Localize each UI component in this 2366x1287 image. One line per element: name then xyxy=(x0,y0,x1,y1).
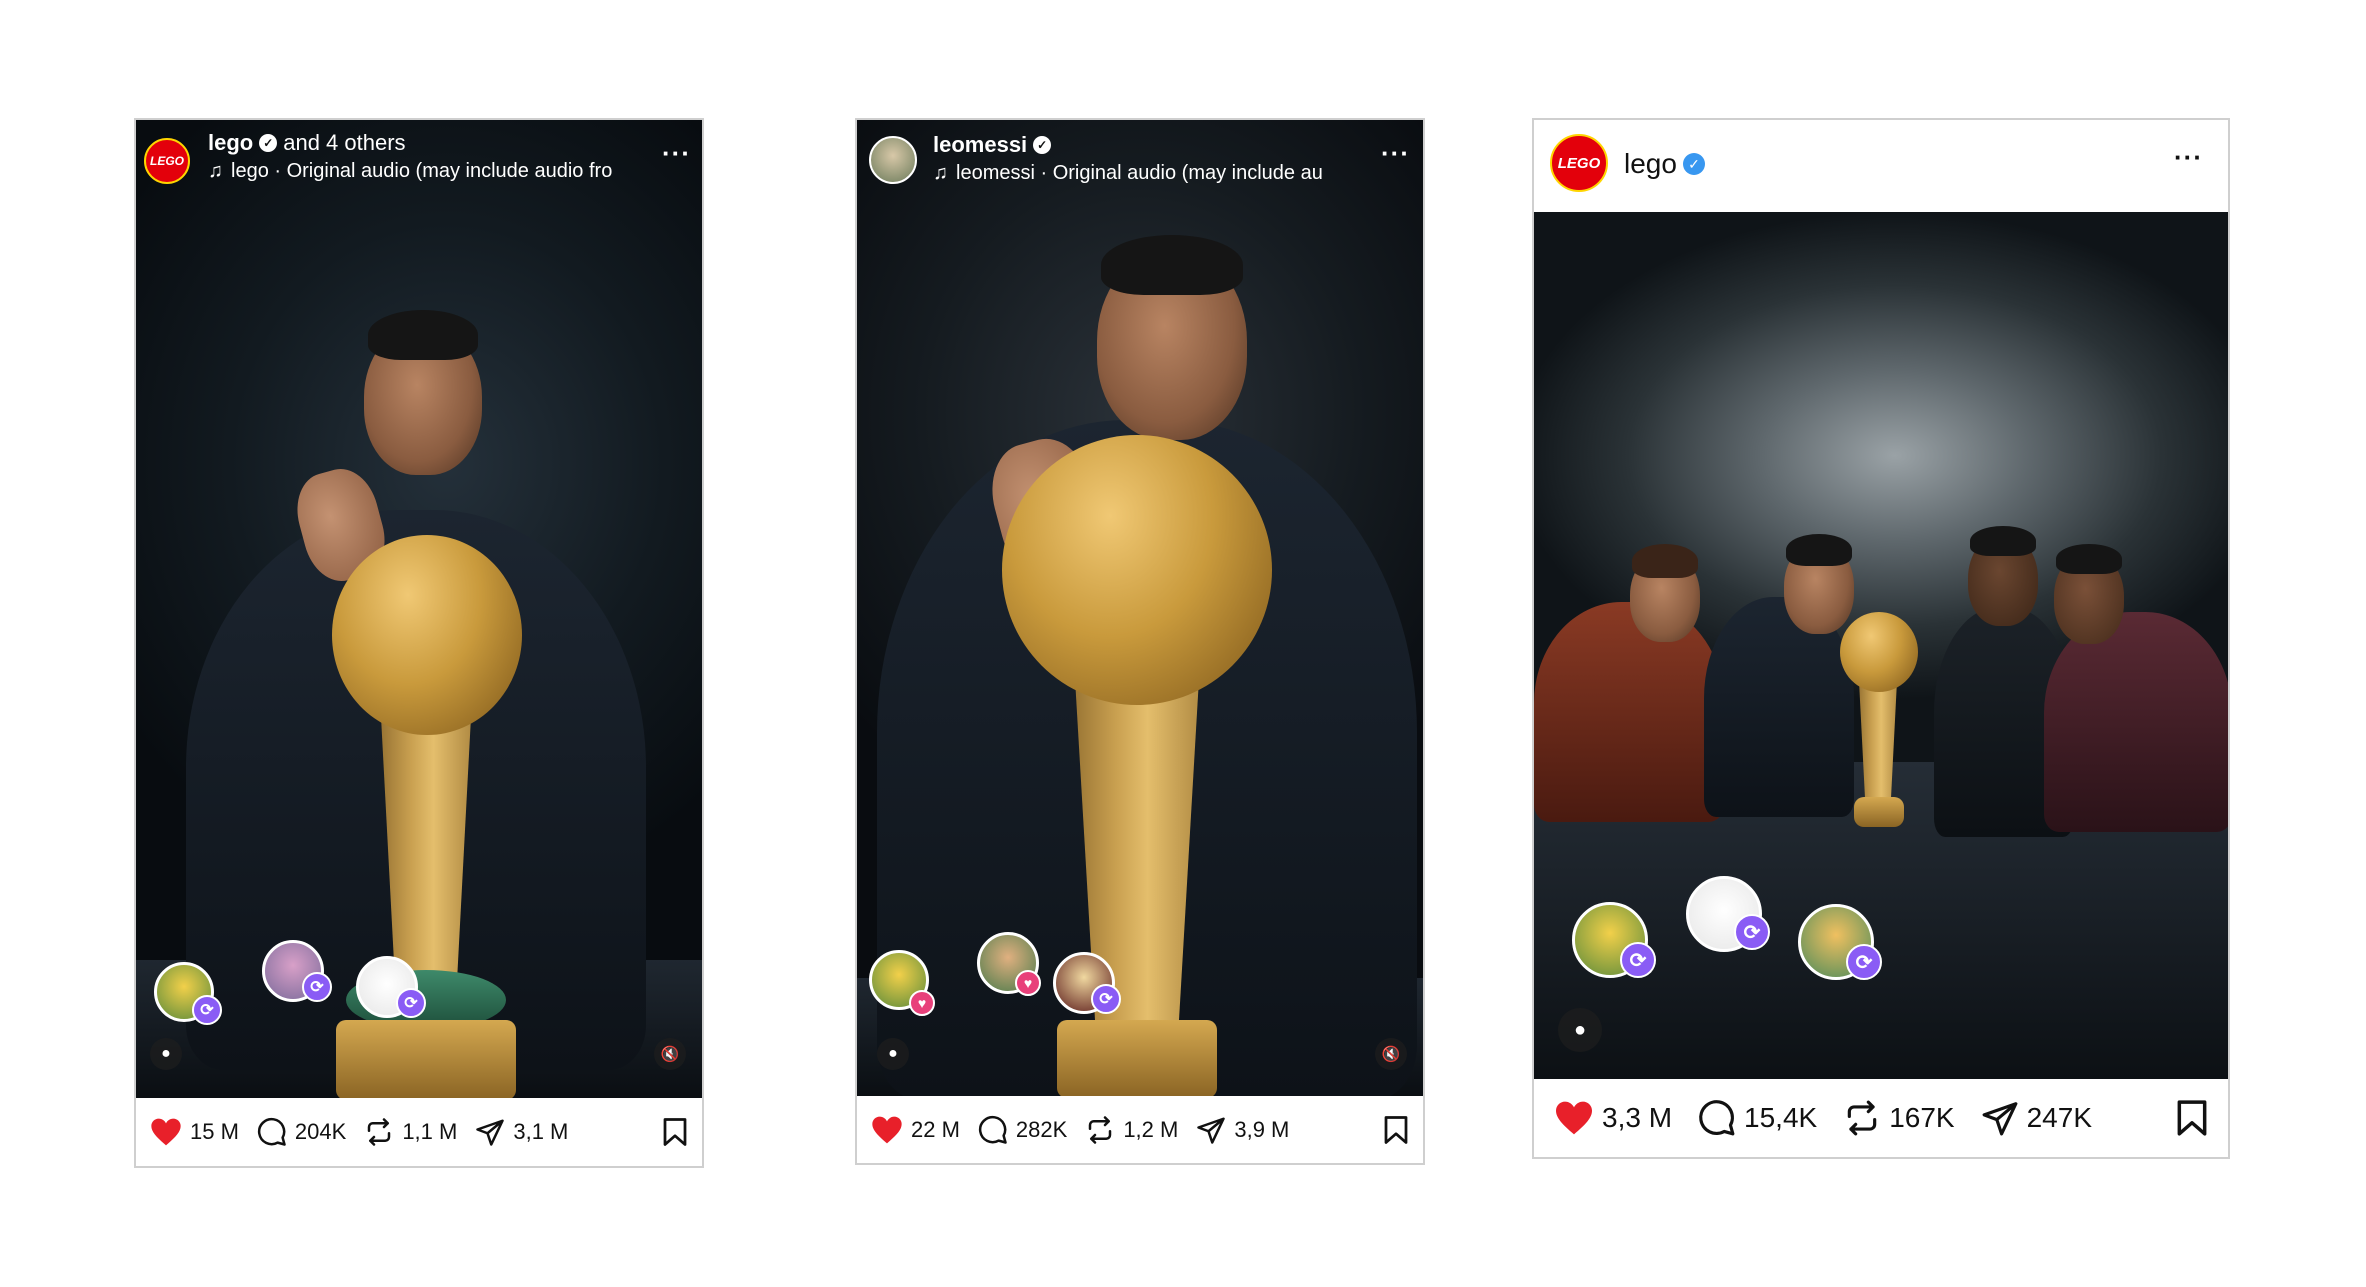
more-options-icon[interactable]: ··· xyxy=(2174,142,2203,173)
verified-badge-icon: ✓ xyxy=(259,134,278,152)
share-button[interactable]: 247K xyxy=(1981,1099,2092,1137)
author-name[interactable]: lego xyxy=(1624,148,1677,180)
author-name[interactable]: leomessi xyxy=(933,132,1027,158)
comment-button[interactable]: 15,4K xyxy=(1698,1099,1817,1137)
audio-label: lego · Original audio (may include audio… xyxy=(231,160,613,182)
tagged-people-icon[interactable]: ● xyxy=(877,1038,909,1070)
mute-icon[interactable]: 🔇 xyxy=(1375,1038,1407,1070)
reel-video[interactable]: leomessi ✓ ♫ leomessi · Original audio (… xyxy=(857,120,1423,1098)
repost-badge-icon: ⟳ xyxy=(1620,942,1656,978)
like-button[interactable]: 15 M xyxy=(150,1117,239,1147)
send-icon xyxy=(476,1119,505,1146)
verified-badge-icon: ✓ xyxy=(1033,136,1052,154)
bookmark-icon xyxy=(663,1118,687,1146)
audio-row[interactable]: ♫ leomessi · Original audio (may include… xyxy=(933,162,1343,185)
reposts-count: 1,2 M xyxy=(1123,1116,1179,1142)
repost-badge-icon: ⟳ xyxy=(192,995,222,1025)
coauthors-link[interactable]: and 4 others xyxy=(283,130,405,156)
lego-trophy xyxy=(857,120,1423,1098)
shares-count: 3,1 M xyxy=(513,1119,569,1144)
repost-button[interactable]: 1,1 M xyxy=(364,1117,457,1147)
repost-badge-icon: ⟳ xyxy=(1734,914,1770,950)
action-bar: 3,3 M 15,4K 167K 247K xyxy=(1534,1079,2228,1157)
action-bar: 15 M 204K 1,1 M 3,1 M xyxy=(136,1098,702,1166)
lego-trophy xyxy=(136,120,702,1100)
save-button[interactable] xyxy=(2176,1099,2208,1137)
verified-badge-icon: ✓ xyxy=(1682,153,1705,175)
heart-icon xyxy=(872,1116,902,1143)
action-bar: 22 M 282K 1,2 M 3,9 M xyxy=(857,1096,1423,1163)
send-icon xyxy=(1197,1117,1226,1144)
comments-count: 204K xyxy=(294,1119,347,1144)
tagged-people-icon[interactable]: ● xyxy=(150,1038,182,1070)
lego-logo-text: LEGO xyxy=(1557,154,1601,172)
share-button[interactable]: 3,1 M xyxy=(475,1117,568,1147)
audio-row[interactable]: ♫ lego · Original audio (may include aud… xyxy=(208,160,648,183)
bookmark-icon xyxy=(1384,1115,1408,1144)
shares-count: 3,9 M xyxy=(1234,1116,1290,1142)
comments-count: 282K xyxy=(1015,1116,1068,1142)
share-button[interactable]: 3,9 M xyxy=(1196,1115,1289,1145)
reposts-count: 1,1 M xyxy=(402,1119,458,1144)
heart-icon xyxy=(151,1118,181,1146)
repost-button[interactable]: 1,2 M xyxy=(1085,1115,1178,1145)
author-row: lego ✓ and 4 others xyxy=(208,130,406,156)
send-icon xyxy=(1982,1102,2018,1136)
audio-label: leomessi · Original audio (may include a… xyxy=(956,162,1323,184)
save-button[interactable] xyxy=(1383,1115,1409,1145)
lego-logo-text: LEGO xyxy=(149,154,184,168)
likes-count: 3,3 M xyxy=(1602,1102,1673,1133)
author-row: lego ✓ xyxy=(1624,148,1705,180)
comment-icon xyxy=(978,1115,1007,1144)
reposts-count: 167K xyxy=(1889,1102,1955,1133)
author-name[interactable]: lego xyxy=(208,130,253,156)
leomessi-avatar[interactable] xyxy=(869,136,917,184)
tagged-people-icon[interactable]: ● xyxy=(1558,1008,1602,1052)
reel-header: leomessi ✓ ♫ leomessi · Original audio (… xyxy=(857,120,1423,200)
likes-count: 22 M xyxy=(911,1116,960,1142)
like-badge-icon: ♥ xyxy=(1015,970,1041,996)
music-note-icon: ♫ xyxy=(933,162,948,184)
lego-avatar[interactable]: LEGO xyxy=(144,138,190,184)
comments-count: 15,4K xyxy=(1744,1102,1818,1133)
repost-badge-icon: ⟳ xyxy=(1091,984,1121,1014)
shares-count: 247K xyxy=(2026,1102,2093,1133)
like-button[interactable]: 22 M xyxy=(871,1115,960,1145)
author-row: leomessi ✓ xyxy=(933,132,1052,158)
repost-button[interactable]: 167K xyxy=(1843,1099,1955,1137)
music-note-icon: ♫ xyxy=(208,160,223,182)
lego-avatar[interactable]: LEGO xyxy=(1550,134,1608,192)
reel-post-leomessi: leomessi ✓ ♫ leomessi · Original audio (… xyxy=(855,118,1425,1165)
mute-icon[interactable]: 🔇 xyxy=(654,1038,686,1070)
comment-button[interactable]: 204K xyxy=(257,1117,346,1147)
save-button[interactable] xyxy=(662,1117,688,1147)
post-header: LEGO lego ✓ ··· xyxy=(1534,120,2228,212)
bookmark-icon xyxy=(2177,1100,2207,1136)
comment-icon xyxy=(1699,1100,1735,1136)
repost-badge-icon: ⟳ xyxy=(1846,944,1882,980)
likes-count: 15 M xyxy=(190,1119,239,1144)
post-photo[interactable]: ⟳ ⟳ ⟳ ● xyxy=(1534,212,2228,1082)
more-options-icon[interactable]: ··· xyxy=(662,138,691,169)
like-badge-icon: ♥ xyxy=(909,990,935,1016)
repost-badge-icon: ⟳ xyxy=(302,972,332,1002)
heart-icon xyxy=(1556,1101,1592,1135)
reel-header: LEGO lego ✓ and 4 others ♫ lego · Origin… xyxy=(136,120,702,200)
photo-post-lego: LEGO lego ✓ ··· ⟳ ⟳ ⟳ ● 3,3 M 15,4K 167K… xyxy=(1532,118,2230,1159)
repost-badge-icon: ⟳ xyxy=(396,988,426,1018)
reel-post-lego: LEGO lego ✓ and 4 others ♫ lego · Origin… xyxy=(134,118,704,1168)
like-button[interactable]: 3,3 M xyxy=(1554,1100,1672,1136)
more-options-icon[interactable]: ··· xyxy=(1381,138,1410,169)
repost-icon xyxy=(1847,1100,1877,1136)
reel-video[interactable]: LEGO lego ✓ and 4 others ♫ lego · Origin… xyxy=(136,120,702,1100)
comment-button[interactable]: 282K xyxy=(978,1115,1067,1145)
comment-icon xyxy=(257,1117,286,1146)
repost-icon xyxy=(368,1118,391,1146)
repost-icon xyxy=(1089,1115,1112,1144)
